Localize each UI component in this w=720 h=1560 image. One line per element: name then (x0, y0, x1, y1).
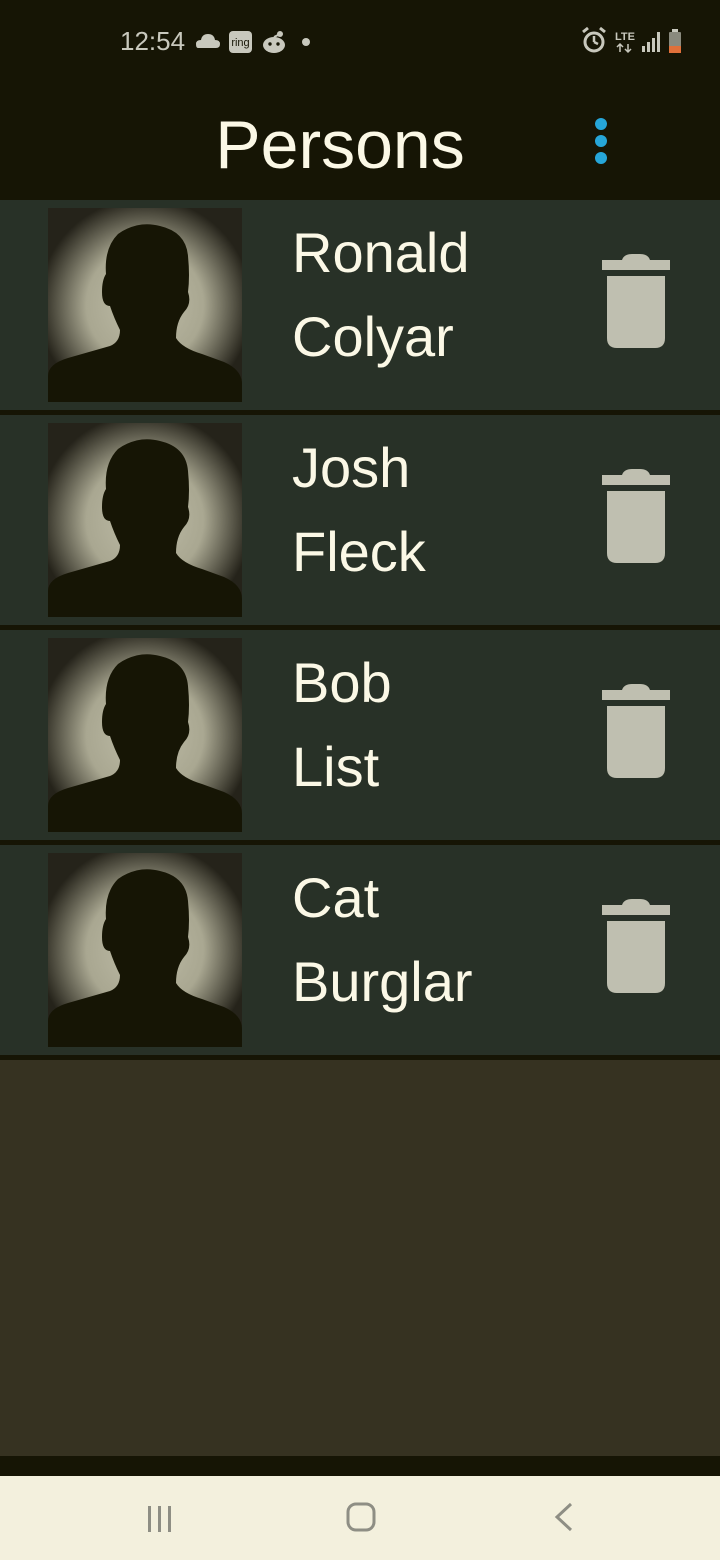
list-item[interactable]: Bob List (0, 630, 720, 845)
trash-icon (602, 899, 670, 993)
status-icons-left: ring (196, 31, 310, 53)
recent-apps-icon (148, 1506, 171, 1532)
list-item[interactable]: Ronald Colyar (0, 200, 720, 415)
back-icon (554, 1502, 573, 1532)
trash-icon (602, 254, 670, 348)
list-item[interactable]: Cat Burglar (0, 845, 720, 1060)
trash-icon (602, 684, 670, 778)
person-silhouette-icon (48, 638, 242, 832)
person-first-name: Cat (292, 866, 380, 929)
list-item[interactable]: Josh Fleck (0, 415, 720, 630)
svg-text:ring: ring (231, 37, 249, 49)
lte-icon: LTE (615, 31, 635, 54)
delete-person-button[interactable] (596, 254, 676, 354)
delete-person-button[interactable] (596, 899, 676, 999)
ring-app-icon: ring (229, 31, 252, 53)
status-time: 12:54 (120, 26, 186, 56)
person-list: Ronald Colyar Josh Fleck Bob List Cat Bu… (0, 200, 720, 1060)
recent-apps-button[interactable] (130, 1494, 190, 1542)
reddit-icon (263, 31, 285, 53)
overflow-menu-button[interactable] (584, 116, 618, 172)
delete-person-button[interactable] (596, 684, 676, 784)
battery-icon (669, 29, 681, 53)
person-silhouette-icon (48, 423, 242, 617)
system-nav-bar (0, 1476, 720, 1560)
home-icon (346, 1502, 376, 1532)
cloud-icon (196, 34, 220, 48)
person-first-name: Bob (292, 651, 392, 714)
alarm-icon (582, 26, 606, 53)
person-silhouette-icon (48, 208, 242, 402)
delete-person-button[interactable] (596, 469, 676, 569)
person-last-name: List (292, 735, 380, 798)
bottom-divider (0, 1456, 720, 1476)
back-button[interactable] (533, 1494, 593, 1542)
person-last-name: Fleck (292, 520, 426, 583)
person-last-name: Burglar (292, 950, 473, 1013)
home-button[interactable] (331, 1494, 391, 1542)
svg-text:LTE: LTE (615, 31, 635, 43)
app-bar: Persons (0, 84, 720, 200)
overflow-menu-icon (595, 118, 607, 164)
status-bar: 12:54 ring LTE (0, 0, 720, 84)
page-title: Persons (215, 107, 465, 183)
person-first-name: Ronald (292, 221, 470, 284)
status-icons-right: LTE (582, 26, 681, 54)
person-first-name: Josh (292, 436, 411, 499)
signal-icon (642, 32, 660, 52)
dot-icon (302, 38, 310, 46)
person-silhouette-icon (48, 853, 242, 1047)
trash-icon (602, 469, 670, 563)
person-last-name: Colyar (292, 305, 454, 368)
